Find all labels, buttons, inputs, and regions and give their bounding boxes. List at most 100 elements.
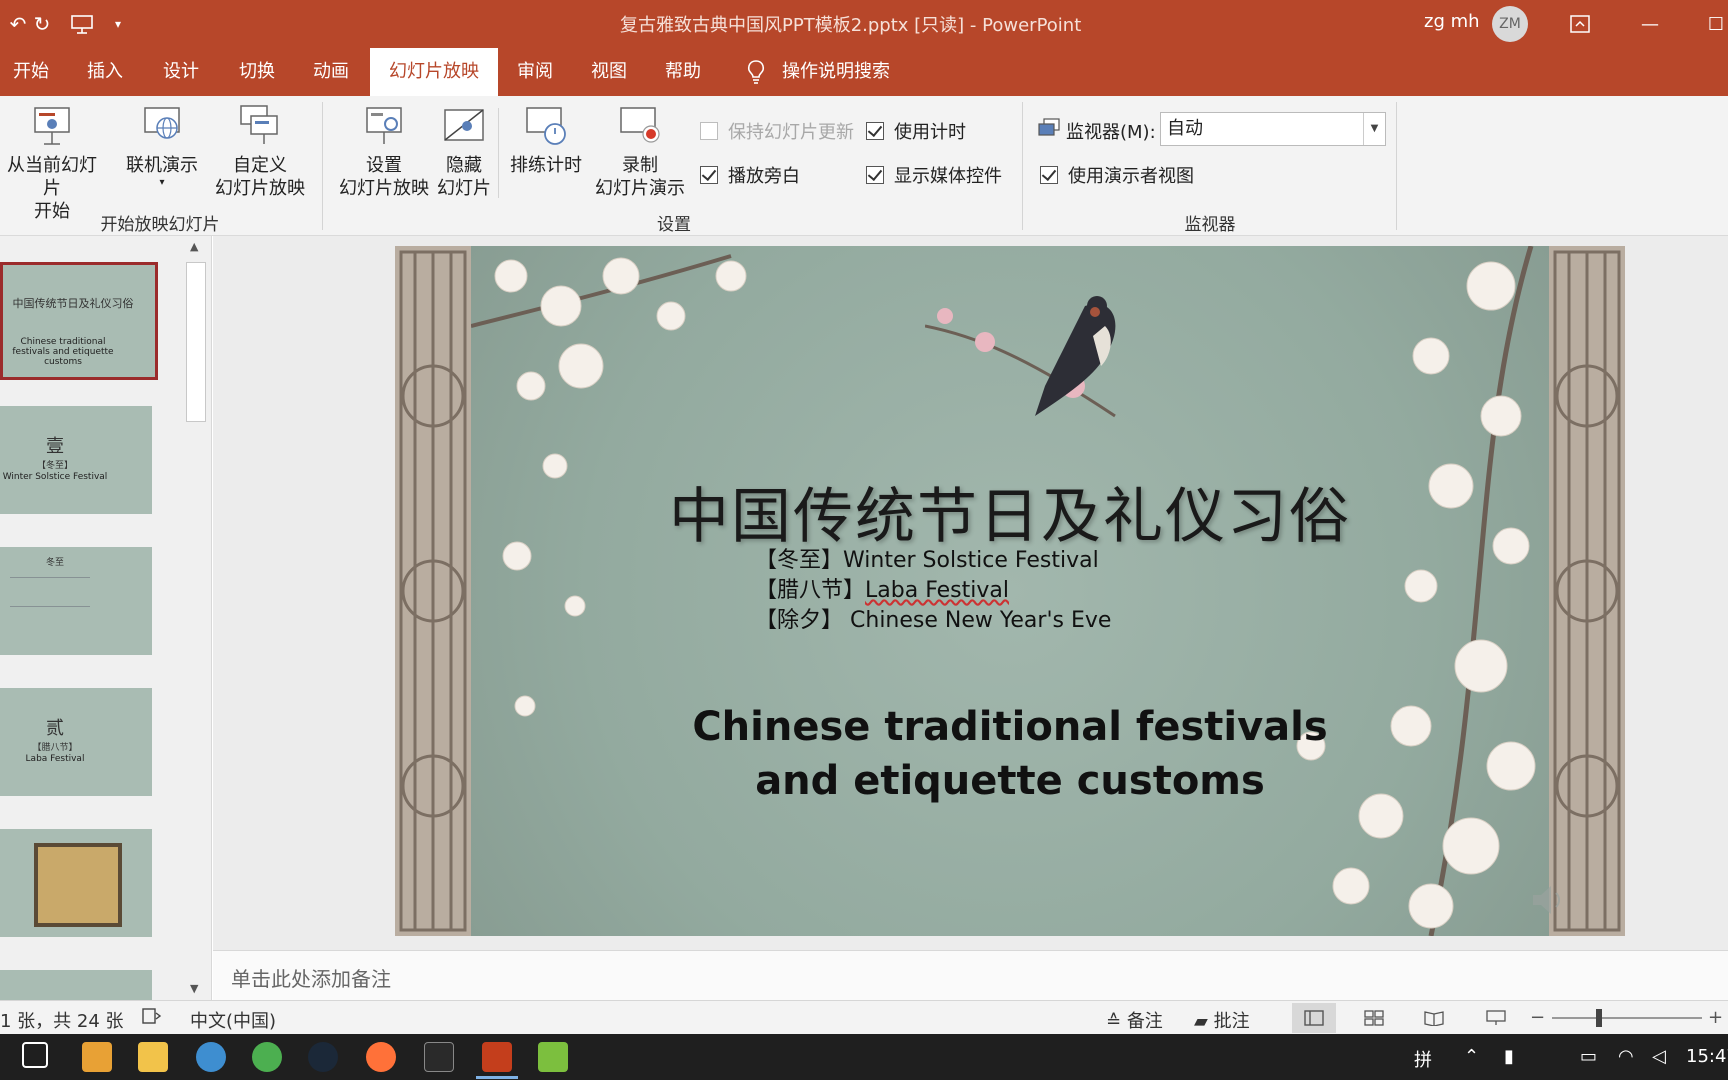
monitor-icon xyxy=(1038,118,1060,136)
microphone-icon[interactable]: ▮ xyxy=(1504,1046,1514,1067)
battery-icon[interactable]: ▭ xyxy=(1580,1046,1597,1067)
tab-view[interactable]: 视图 xyxy=(576,48,642,96)
task-view-icon[interactable] xyxy=(22,1042,48,1068)
ime-indicator[interactable]: 拼 xyxy=(1414,1046,1432,1072)
show-media-controls-checkbox[interactable]: 显示媒体控件 xyxy=(866,162,1002,188)
user-name[interactable]: zg mh xyxy=(1424,11,1480,32)
slideshow-view-button[interactable] xyxy=(1474,1003,1518,1033)
chevron-up-icon[interactable]: ⌃ xyxy=(1464,1046,1479,1067)
slide-thumbnail-2[interactable]: 壹 【冬至】 Winter Solstice Festival xyxy=(0,406,152,514)
play-narrations-checkbox[interactable]: 播放旁白 xyxy=(700,162,800,188)
chevron-down-icon: ▼ xyxy=(1363,113,1385,145)
scrollbar-thumb[interactable] xyxy=(186,262,206,422)
use-timings-checkbox[interactable]: 使用计时 xyxy=(866,118,966,144)
subtitle-line-2[interactable]: 【腊八节】Laba Festival xyxy=(755,572,1009,604)
slide-thumbnail-4[interactable]: 贰 【腊八节】 Laba Festival xyxy=(0,688,152,796)
chrome-icon[interactable] xyxy=(252,1042,282,1072)
rehearse-timings-button[interactable]: 排练计时 xyxy=(504,104,588,177)
slide-thumbnail-6[interactable] xyxy=(0,970,152,1000)
hide-slide-button[interactable]: 隐藏 幻灯片 xyxy=(432,104,496,200)
notes-pane[interactable]: 单击此处添加备注 xyxy=(213,950,1728,1000)
group-separator xyxy=(498,108,499,198)
hide-slide-icon xyxy=(444,109,484,141)
zoom-in-icon[interactable]: + xyxy=(1708,1007,1723,1028)
zoom-slider[interactable] xyxy=(1552,1009,1702,1027)
slide-canvas[interactable]: 中国传统节日及礼仪习俗 【冬至】Winter Solstice Festival… xyxy=(395,246,1625,936)
tab-help[interactable]: 帮助 xyxy=(650,48,716,96)
monitor-select[interactable]: 自动 ▼ xyxy=(1160,112,1386,146)
volume-icon[interactable]: ◁ xyxy=(1652,1046,1666,1067)
tab-insert[interactable]: 插入 xyxy=(72,48,138,96)
file-explorer-icon[interactable] xyxy=(138,1042,168,1072)
avatar[interactable]: ZM xyxy=(1492,6,1528,42)
epic-games-icon[interactable] xyxy=(424,1042,454,1072)
redo-icon[interactable]: ↻ xyxy=(28,10,56,38)
lightbulb-icon xyxy=(747,60,765,84)
thumb-calligraphy-image xyxy=(34,843,122,927)
normal-view-button[interactable] xyxy=(1292,1003,1336,1033)
scroll-up-icon[interactable]: ▲ xyxy=(190,240,198,253)
custom-slideshow-button[interactable]: 自定义 幻灯片放映 xyxy=(204,104,316,200)
tab-slideshow[interactable]: 幻灯片放映 xyxy=(370,48,498,96)
notes-toggle-button[interactable]: ≙ 备注 xyxy=(1106,1007,1163,1033)
app-icon[interactable] xyxy=(538,1042,568,1072)
slide-thumbnail-3[interactable]: 冬至 xyxy=(0,547,152,655)
comments-toggle-label: 批注 xyxy=(1213,1011,1250,1032)
subtitle-line-3[interactable]: 【除夕】 Chinese New Year's Eve xyxy=(755,602,1111,634)
customize-qat-icon[interactable]: ▾ xyxy=(104,10,132,38)
accessibility-icon[interactable] xyxy=(142,1007,162,1030)
subtitle-cn-3: 【除夕】 xyxy=(755,608,844,633)
use-presenter-view-checkbox[interactable]: 使用演示者视图 xyxy=(1040,162,1194,188)
clock[interactable]: 15:47 xyxy=(1686,1046,1728,1067)
custom-line2: 幻灯片放映 xyxy=(215,178,305,199)
present-online-button[interactable]: 联机演示 ▾ xyxy=(118,104,206,189)
scroll-down-icon[interactable]: ▼ xyxy=(190,982,198,995)
status-bar: 1 张，共 24 张 中文(中国) ≙ 备注 ▰ 批注 − + xyxy=(0,1000,1728,1034)
ribbon-tabs: 开始 插入 设计 切换 动画 幻灯片放映 审阅 视图 帮助 操作说明搜索 xyxy=(0,48,1728,96)
subtitle-line-1[interactable]: 【冬至】Winter Solstice Festival xyxy=(755,542,1099,574)
english-title-line-2: and etiquette customs xyxy=(755,758,1265,804)
start-slideshow-icon[interactable] xyxy=(68,10,96,38)
group-label-setup: 设置 xyxy=(657,215,691,235)
wifi-icon[interactable]: ◠ xyxy=(1618,1046,1634,1067)
setup-slideshow-button[interactable]: 设置 幻灯片放映 xyxy=(336,104,432,200)
slide-thumbnails-pane[interactable]: 中国传统节日及礼仪习俗 Chinese traditional festival… xyxy=(0,236,212,1000)
store-icon[interactable] xyxy=(82,1042,112,1072)
reading-view-button[interactable] xyxy=(1412,1003,1456,1033)
tell-me-search[interactable]: 操作说明搜索 xyxy=(782,48,890,96)
slide-sorter-button[interactable] xyxy=(1352,1003,1396,1033)
show-media-label: 显示媒体控件 xyxy=(894,166,1002,187)
use-timings-label: 使用计时 xyxy=(894,122,966,143)
keep-slides-updated-checkbox[interactable]: 保持幻灯片更新 xyxy=(700,118,854,144)
audio-speaker-icon[interactable] xyxy=(1527,880,1567,920)
record-slideshow-button[interactable]: 录制 幻灯片演示 xyxy=(584,104,696,200)
tab-animations[interactable]: 动画 xyxy=(298,48,364,96)
app-icon[interactable] xyxy=(196,1042,226,1072)
comments-toggle-button[interactable]: ▰ 批注 xyxy=(1194,1007,1250,1033)
from-current-slide-button[interactable]: 从当前幻灯片 开始 xyxy=(0,104,104,223)
tab-home[interactable]: 开始 xyxy=(0,48,62,96)
ribbon-display-options-icon[interactable] xyxy=(1564,8,1596,40)
zoom-slider-thumb[interactable] xyxy=(1596,1009,1602,1027)
english-title-line-1: Chinese traditional festivals xyxy=(692,704,1328,750)
tab-design[interactable]: 设计 xyxy=(148,48,214,96)
maximize-icon[interactable]: ☐ xyxy=(1700,8,1728,40)
slide-thumbnail-1[interactable]: 中国传统节日及礼仪习俗 Chinese traditional festival… xyxy=(0,262,158,380)
powerpoint-icon[interactable] xyxy=(482,1042,512,1072)
slide-english-title[interactable]: Chinese traditional festivals and etique… xyxy=(395,700,1625,808)
language-status[interactable]: 中文(中国) xyxy=(190,1007,276,1033)
checkbox-box xyxy=(700,122,718,140)
tab-transitions[interactable]: 切换 xyxy=(224,48,290,96)
stopwatch-slide-icon xyxy=(526,107,566,145)
windows-taskbar: 拼 ⌃ ▮ ▭ ◠ ◁ 15:47 xyxy=(0,1034,1728,1080)
steam-icon[interactable] xyxy=(308,1042,338,1072)
firefox-icon[interactable] xyxy=(366,1042,396,1072)
slide-thumbnail-5[interactable] xyxy=(0,829,152,937)
notes-placeholder[interactable]: 单击此处添加备注 xyxy=(231,963,391,992)
thumb-text-block xyxy=(10,577,90,607)
zoom-out-icon[interactable]: − xyxy=(1530,1007,1545,1028)
tab-review[interactable]: 审阅 xyxy=(502,48,568,96)
minimize-icon[interactable]: — xyxy=(1634,8,1666,40)
play-narration-label: 播放旁白 xyxy=(728,166,800,187)
thumbnails-scrollbar[interactable]: ▲ ▼ xyxy=(184,236,208,1000)
